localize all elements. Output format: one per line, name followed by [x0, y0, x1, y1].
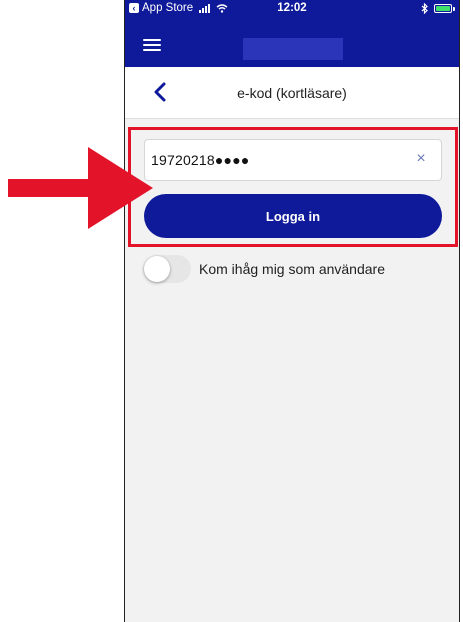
personal-number-input[interactable]: 19720218●●●● × [144, 139, 442, 181]
clear-icon[interactable]: × [413, 151, 429, 167]
remember-row: Kom ihåg mig som användare [143, 254, 385, 284]
page: ‹ App Store 12:02 e-kod (kortläsare) 197… [0, 0, 463, 622]
toggle-knob [144, 256, 170, 282]
battery-icon [434, 4, 455, 13]
phone-screen: ‹ App Store 12:02 e-kod (kortläsare) 197… [124, 0, 460, 622]
personal-number-value[interactable]: 19720218●●●● [151, 152, 250, 168]
status-time: 12:02 [277, 2, 307, 14]
status-bar: ‹ App Store 12:02 [125, 0, 459, 19]
menu-icon[interactable] [143, 39, 161, 51]
status-right [421, 3, 455, 14]
page-header: e-kod (kortläsare) [125, 67, 459, 119]
logo [243, 38, 343, 60]
bluetooth-icon [421, 3, 428, 14]
remember-toggle[interactable] [143, 255, 191, 283]
nav-bar [125, 19, 459, 67]
remember-label: Kom ihåg mig som användare [199, 261, 385, 277]
login-button[interactable]: Logga in [144, 194, 442, 238]
page-title: e-kod (kortläsare) [237, 85, 347, 101]
annotation-arrow-icon [8, 147, 153, 229]
